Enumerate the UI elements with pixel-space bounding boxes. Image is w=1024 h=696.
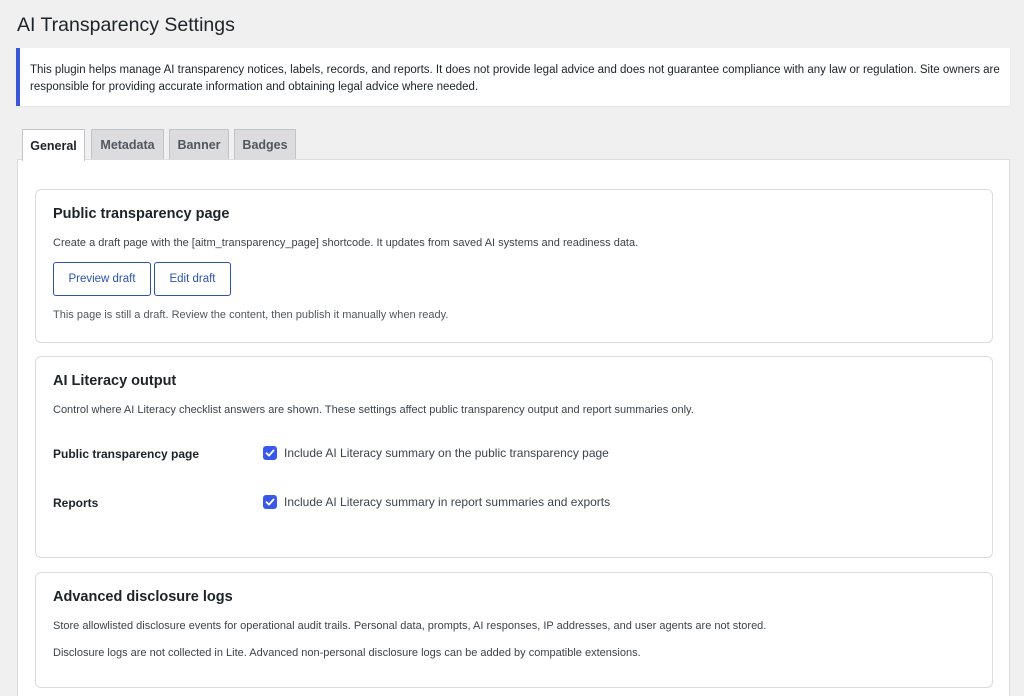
tab-general[interactable]: General — [22, 129, 85, 161]
edit-draft-button[interactable]: Edit draft — [154, 262, 231, 296]
transparency-page-card: Public transparency page Create a draft … — [35, 189, 993, 343]
tab-banner[interactable]: Banner — [169, 129, 229, 160]
tab-metadata[interactable]: Metadata — [91, 129, 164, 160]
reports-checkbox-label: Include AI Literacy summary in report su… — [284, 495, 611, 509]
public-page-checkbox-label: Include AI Literacy summary on the publi… — [284, 446, 609, 460]
disclosure-logs-text: Store allowlisted disclosure events for … — [53, 620, 767, 632]
settings-panel: Public transparency page Create a draft … — [17, 159, 1010, 696]
reports-checkbox[interactable] — [263, 495, 277, 509]
tab-badges[interactable]: Badges — [234, 129, 296, 160]
disclosure-logs-title: Advanced disclosure logs — [53, 589, 233, 605]
draft-status-text: This page is still a draft. Review the c… — [53, 309, 449, 321]
reports-row-label: Reports — [53, 496, 99, 510]
ai-literacy-title: AI Literacy output — [53, 373, 177, 389]
public-page-row-label: Public transparency page — [53, 447, 200, 461]
reports-setting: Include AI Literacy summary in report su… — [263, 495, 610, 509]
preview-draft-button[interactable]: Preview draft — [53, 262, 151, 296]
public-page-setting: Include AI Literacy summary on the publi… — [263, 446, 609, 460]
transparency-page-title: Public transparency page — [53, 206, 230, 222]
disclosure-logs-lite-text: Disclosure logs are not collected in Lit… — [53, 647, 641, 659]
checkmark-icon — [265, 498, 275, 506]
public-page-checkbox[interactable] — [263, 446, 277, 460]
legal-notice: This plugin helps manage AI transparency… — [16, 48, 1010, 106]
page-title: AI Transparency Settings — [17, 14, 235, 36]
disclosure-logs-card: Advanced disclosure logs Store allowlist… — [35, 572, 993, 688]
ai-literacy-description: Control where AI Literacy checklist answ… — [53, 404, 694, 416]
transparency-page-description: Create a draft page with the [aitm_trans… — [53, 237, 639, 249]
ai-literacy-card: AI Literacy output Control where AI Lite… — [35, 356, 993, 558]
checkmark-icon — [265, 449, 275, 457]
